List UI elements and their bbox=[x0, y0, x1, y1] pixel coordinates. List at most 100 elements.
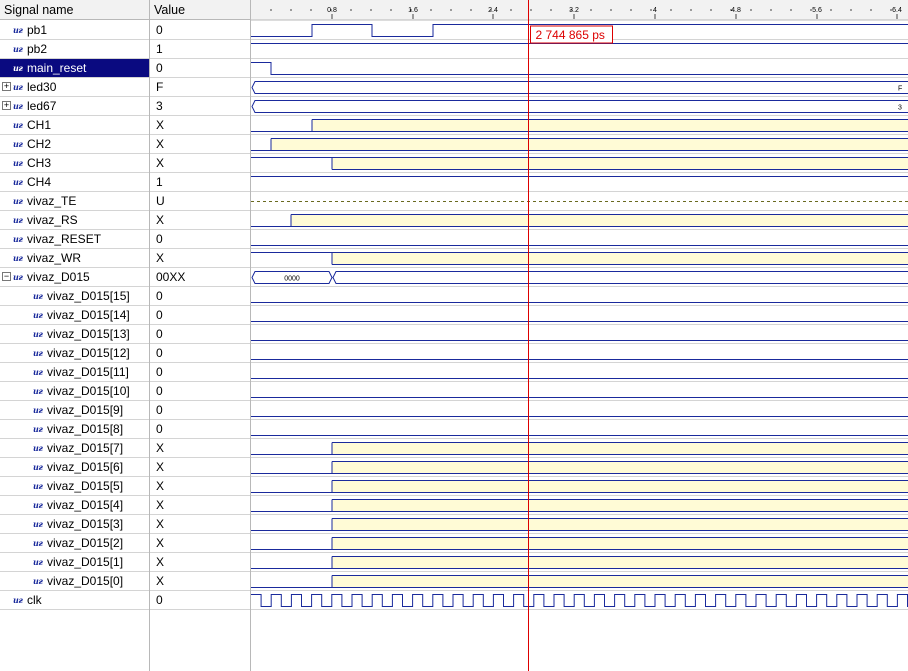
signal-row[interactable]: иг vivaz_D015[15] bbox=[0, 287, 149, 306]
signal-row[interactable]: иг vivaz_D015[10] bbox=[0, 382, 149, 401]
signal-name: vivaz_WR bbox=[27, 251, 82, 265]
signal-row[interactable]: иг vivaz_D015[11] bbox=[0, 363, 149, 382]
signal-name: vivaz_D015 bbox=[27, 270, 90, 284]
signal-row[interactable]: иг vivaz_WR bbox=[0, 249, 149, 268]
signal-row[interactable]: иг vivaz_D015[9] bbox=[0, 401, 149, 420]
signal-row[interactable]: иг vivaz_D015[5] bbox=[0, 477, 149, 496]
signal-icon: иг bbox=[13, 120, 23, 130]
expand-icon[interactable]: + bbox=[2, 82, 11, 91]
unknown-fill bbox=[332, 480, 908, 493]
bus-value-label: F bbox=[898, 86, 902, 93]
waveform-vivaz_D015-2- bbox=[251, 537, 908, 550]
signal-row[interactable]: иг CH4 bbox=[0, 173, 149, 192]
signal-icon: иг bbox=[13, 595, 23, 605]
signal-name: vivaz_RESET bbox=[27, 232, 102, 246]
signal-icon: иг bbox=[13, 234, 23, 244]
signal-value: X bbox=[150, 515, 250, 534]
value-header[interactable]: Value bbox=[150, 0, 250, 20]
waveform-CH2 bbox=[251, 138, 908, 151]
signal-icon: иг bbox=[33, 443, 43, 453]
signal-icon: иг bbox=[33, 386, 43, 396]
signal-row[interactable]: иг main_reset bbox=[0, 59, 149, 78]
signal-icon: иг bbox=[33, 500, 43, 510]
signal-name: vivaz_D015[10] bbox=[47, 384, 130, 398]
signal-row[interactable]: иг CH2 bbox=[0, 135, 149, 154]
signal-value: X bbox=[150, 439, 250, 458]
signal-row[interactable]: иг clk bbox=[0, 591, 149, 610]
ruler-tick-label: 4.8 bbox=[731, 7, 741, 14]
signal-name: vivaz_D015[15] bbox=[47, 289, 130, 303]
signal-row[interactable]: иг pb2 bbox=[0, 40, 149, 59]
unknown-fill bbox=[332, 252, 908, 265]
signal-name: vivaz_D015[11] bbox=[47, 365, 129, 379]
ruler-tick-label: 3.2 bbox=[569, 7, 579, 14]
cursor-time-label: 2 744 865 ps bbox=[536, 28, 605, 42]
signal-value: 1 bbox=[150, 40, 250, 59]
signal-value: 0 bbox=[150, 420, 250, 439]
signal-row[interactable]: иг vivaz_TE bbox=[0, 192, 149, 211]
signal-row[interactable]: иг CH3 bbox=[0, 154, 149, 173]
signal-name: vivaz_D015[13] bbox=[47, 327, 130, 341]
signal-row[interactable]: + иг led30 bbox=[0, 78, 149, 97]
signal-row[interactable]: иг vivaz_D015[8] bbox=[0, 420, 149, 439]
signal-value: 0 bbox=[150, 591, 250, 610]
signal-value: 0 bbox=[150, 306, 250, 325]
signal-icon: иг bbox=[13, 177, 23, 187]
signal-row[interactable]: иг vivaz_D015[7] bbox=[0, 439, 149, 458]
unknown-fill bbox=[332, 157, 908, 170]
bus-value-label: 3 bbox=[898, 105, 902, 112]
signal-row[interactable]: иг pb1 bbox=[0, 21, 149, 40]
signal-icon: иг bbox=[33, 557, 43, 567]
signal-row[interactable]: + иг led67 bbox=[0, 97, 149, 116]
signal-icon: иг bbox=[33, 291, 43, 301]
signal-row[interactable]: иг vivaz_D015[6] bbox=[0, 458, 149, 477]
waveform-canvas[interactable]: 0.8 1.6 2.4 3.2 4 4.8 5.6 6.4 F 3 0000 2 744 865 ps bbox=[251, 0, 908, 671]
signal-value: 1 bbox=[150, 173, 250, 192]
signal-name: vivaz_D015[0] bbox=[47, 574, 124, 588]
signal-icon: иг bbox=[33, 481, 43, 491]
signal-row[interactable]: иг vivaz_D015[14] bbox=[0, 306, 149, 325]
signal-name: vivaz_D015[6] bbox=[47, 460, 124, 474]
signal-name: pb2 bbox=[27, 42, 48, 56]
signal-row[interactable]: иг vivaz_RS bbox=[0, 211, 149, 230]
signal-value: X bbox=[150, 572, 250, 591]
collapse-icon[interactable]: − bbox=[2, 272, 11, 281]
signal-name: led30 bbox=[27, 80, 57, 94]
signal-value: 3 bbox=[150, 97, 250, 116]
signal-name: vivaz_D015[4] bbox=[47, 498, 124, 512]
unknown-fill bbox=[291, 214, 908, 227]
signal-row[interactable]: иг vivaz_D015[1] bbox=[0, 553, 149, 572]
signal-value: 0 bbox=[150, 401, 250, 420]
signal-row[interactable]: − иг vivaz_D015 bbox=[0, 268, 149, 287]
signal-icon: иг bbox=[33, 329, 43, 339]
ruler-tick-label: 6.4 bbox=[892, 7, 902, 14]
signal-icon: иг bbox=[33, 405, 43, 415]
signal-row[interactable]: иг vivaz_RESET bbox=[0, 230, 149, 249]
signal-row[interactable]: иг vivaz_D015[13] bbox=[0, 325, 149, 344]
signal-row[interactable]: иг CH1 bbox=[0, 116, 149, 135]
bus-value-label: 0000 bbox=[284, 276, 300, 283]
signal-row[interactable]: иг vivaz_D015[12] bbox=[0, 344, 149, 363]
signal-row[interactable]: иг vivaz_D015[0] bbox=[0, 572, 149, 591]
signal-name-header[interactable]: Signal name bbox=[0, 0, 149, 20]
signal-row[interactable]: иг vivaz_D015[4] bbox=[0, 496, 149, 515]
signal-value: 0 bbox=[150, 230, 250, 249]
signal-icon: иг bbox=[13, 196, 23, 206]
signal-name: vivaz_D015[3] bbox=[47, 517, 124, 531]
waveform-vivaz_WR bbox=[251, 252, 908, 265]
signal-name: vivaz_D015[12] bbox=[47, 346, 130, 360]
signal-name: vivaz_RS bbox=[27, 213, 78, 227]
waveform-panel[interactable]: 0.8 1.6 2.4 3.2 4 4.8 5.6 6.4 F 3 0000 2 744 865 ps bbox=[251, 0, 908, 671]
signal-row[interactable]: иг vivaz_D015[2] bbox=[0, 534, 149, 553]
signal-name: vivaz_D015[14] bbox=[47, 308, 130, 322]
signal-value: 0 bbox=[150, 325, 250, 344]
signal-icon: иг bbox=[13, 44, 23, 54]
signal-icon: иг bbox=[13, 25, 23, 35]
waveform-vivaz_D015-3- bbox=[251, 518, 908, 531]
signal-row[interactable]: иг vivaz_D015[3] bbox=[0, 515, 149, 534]
signal-icon: иг bbox=[33, 348, 43, 358]
signal-name-panel: Signal name иг pb1 иг pb2 иг main_reset + иг led… bbox=[0, 0, 150, 671]
signal-name: vivaz_D015[5] bbox=[47, 479, 124, 493]
expand-icon[interactable]: + bbox=[2, 101, 11, 110]
signal-value: 0 bbox=[150, 363, 250, 382]
